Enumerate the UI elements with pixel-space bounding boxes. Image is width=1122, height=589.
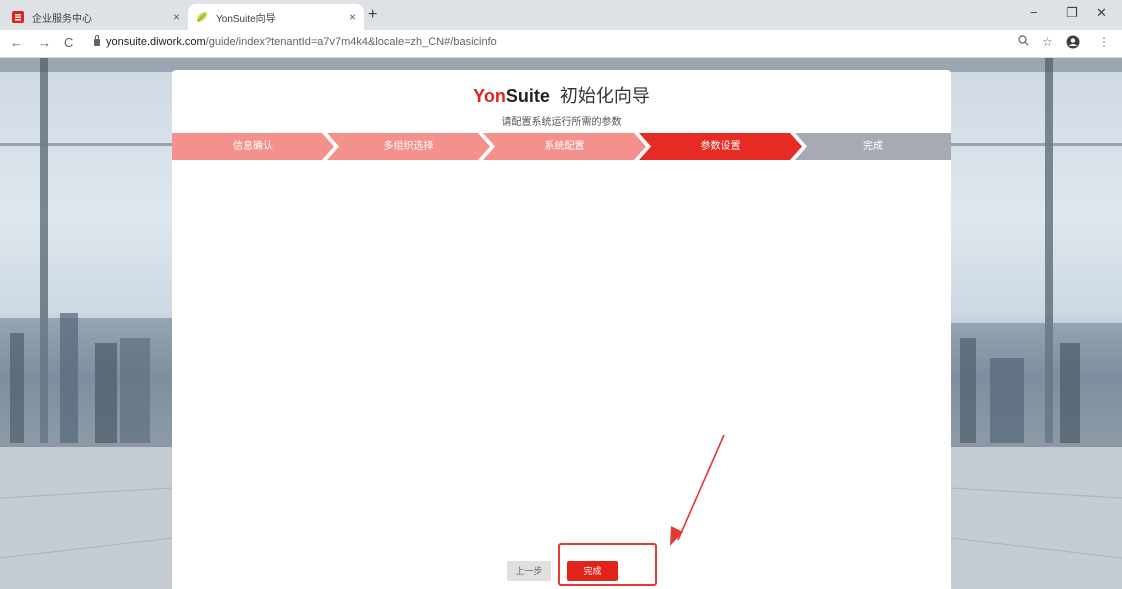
browser-tab-bar: 企业服务中心 × YonSuite向导 × + − ❐ ✕ [0,0,1122,30]
annotation-highlight-box [558,543,657,586]
url-host: yonsuite.diwork.com [106,36,206,48]
profile-icon[interactable] [1066,35,1080,52]
leaf-icon [197,12,207,22]
url-field[interactable]: yonsuite.diwork.com/guide/index?tenantId… [106,36,497,48]
url-path: /guide/index?tenantId=a7v7m4k4&locale=zh… [205,36,497,48]
back-button[interactable]: ← [10,35,23,50]
lock-icon [94,35,100,46]
menu-icon[interactable]: ⋮ [1098,35,1110,49]
tab-close-icon[interactable]: × [349,10,356,24]
forward-button[interactable]: → [38,35,51,50]
reload-button[interactable]: C [64,35,73,50]
close-window-button[interactable]: ✕ [1096,5,1107,21]
bookmark-star-icon[interactable]: ☆ [1042,35,1053,49]
annotation-overlay [558,434,725,586]
page-viewport: YonSuite 初始化向导 请配置系统运行所需的参数 信息确认 多组织选择 系统… [0,58,1122,589]
tab-yonsuite-guide[interactable]: YonSuite向导 × [188,4,364,30]
annotation-arrow-head [670,526,683,546]
address-bar: ← → C yonsuite.diwork.com/guide/index?te… [0,30,1122,58]
enterprise-service-icon [12,11,24,23]
zoom-icon[interactable] [1018,35,1029,49]
tab-close-icon[interactable]: × [173,10,180,24]
tab-title: 企业服务中心 [32,13,92,25]
tab-title: YonSuite向导 [216,13,276,25]
restore-button[interactable]: ❐ [1066,5,1078,21]
minimize-button[interactable]: − [1030,5,1038,20]
tab-enterprise-service[interactable]: 企业服务中心 × [4,4,188,30]
annotation-arrow-line [677,434,725,541]
new-tab-button[interactable]: + [368,6,377,24]
